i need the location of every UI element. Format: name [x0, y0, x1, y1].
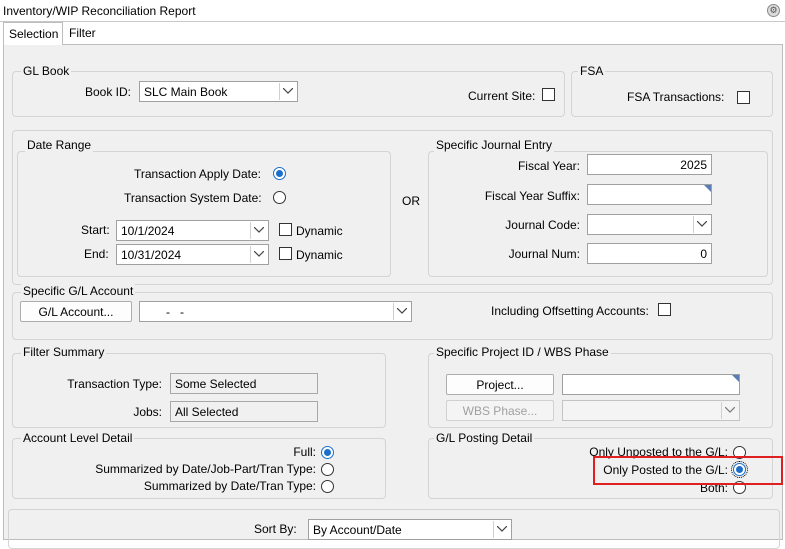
gl-account-button[interactable]: G/L Account... — [20, 301, 132, 322]
gl-book-group-label: GL Book — [21, 64, 72, 78]
end-label: End: — [84, 247, 109, 261]
chevron-down-icon[interactable] — [393, 303, 410, 320]
date-range-group-label: Date Range — [25, 138, 94, 152]
window-settings-icon[interactable]: ⚙ — [767, 4, 780, 17]
current-site-label: Current Site: — [468, 89, 536, 103]
book-id-select[interactable]: SLC Main Book — [139, 81, 298, 102]
tab-selection[interactable]: Selection — [3, 22, 63, 45]
start-date-select[interactable]: 10/1/2024 — [116, 220, 269, 241]
jobs-label: Jobs: — [133, 405, 162, 419]
fsa-transactions-checkbox[interactable] — [737, 91, 750, 104]
full-radio[interactable] — [321, 446, 334, 459]
jobs-value: All Selected — [175, 405, 239, 419]
chevron-down-icon[interactable] — [250, 222, 267, 239]
posting-detail-group-label: G/L Posting Detail — [434, 431, 535, 445]
start-dynamic-checkbox[interactable] — [279, 223, 292, 236]
wbs-phase-button[interactable]: WBS Phase... — [446, 400, 554, 421]
offsetting-accounts-checkbox[interactable] — [658, 303, 671, 316]
system-date-label: Transaction System Date: — [124, 191, 262, 205]
gl-account-value: - - — [166, 305, 184, 319]
title-bar: Inventory/WIP Reconciliation Report ⚙ — [0, 0, 785, 22]
book-id-value: SLC Main Book — [144, 85, 228, 99]
project-button[interactable]: Project... — [446, 374, 554, 395]
jobs-field: All Selected — [170, 401, 318, 422]
sort-by-label: Sort By: — [254, 522, 297, 536]
project-group-label: Specific Project ID / WBS Phase — [434, 345, 611, 359]
chevron-down-icon[interactable] — [693, 216, 710, 233]
annotation-highlight-box — [593, 456, 783, 485]
end-date-value: 10/31/2024 — [121, 248, 182, 262]
chevron-down-icon[interactable] — [721, 402, 738, 419]
tab-filter[interactable]: Filter — [64, 22, 100, 45]
end-dynamic-label: Dynamic — [296, 248, 343, 262]
start-date-value: 10/1/2024 — [121, 224, 175, 238]
wbs-phase-select[interactable] — [562, 400, 740, 421]
system-date-radio[interactable] — [273, 191, 286, 204]
summarized-job-label: Summarized by Date/Job-Part/Tran Type: — [95, 462, 316, 476]
account-level-group-label: Account Level Detail — [21, 431, 135, 445]
start-label: Start: — [81, 223, 110, 237]
journal-num-label: Journal Num: — [508, 247, 580, 261]
start-dynamic-label: Dynamic — [296, 224, 343, 238]
summarized-job-radio[interactable] — [321, 463, 334, 476]
offsetting-accounts-label: Including Offsetting Accounts: — [491, 304, 649, 318]
journal-entry-group-label: Specific Journal Entry — [434, 138, 555, 152]
window-title: Inventory/WIP Reconciliation Report — [3, 4, 196, 18]
sort-by-select[interactable]: By Account/Date — [308, 519, 512, 540]
summarized-tran-radio[interactable] — [321, 480, 334, 493]
lookup-corner-icon — [732, 375, 739, 382]
journal-num-input[interactable]: 0 — [587, 243, 712, 264]
summarized-tran-label: Summarized by Date/Tran Type: — [143, 479, 316, 493]
journal-num-value: 0 — [700, 247, 707, 261]
fsa-group-label: FSA — [578, 64, 606, 78]
lookup-corner-icon — [704, 185, 711, 192]
chevron-down-icon[interactable] — [250, 246, 267, 263]
journal-code-label: Journal Code: — [505, 218, 580, 232]
fiscal-year-input[interactable]: 2025 — [587, 154, 712, 175]
apply-date-radio[interactable] — [273, 167, 286, 180]
project-input[interactable] — [562, 374, 740, 395]
fsa-transactions-label: FSA Transactions: — [627, 90, 725, 104]
journal-code-select[interactable] — [587, 214, 712, 235]
filter-summary-group-label: Filter Summary — [21, 345, 107, 359]
current-site-checkbox[interactable] — [542, 88, 555, 101]
transaction-type-field: Some Selected — [170, 373, 318, 394]
sort-by-value: By Account/Date — [313, 523, 402, 537]
end-date-select[interactable]: 10/31/2024 — [116, 244, 269, 265]
apply-date-label: Transaction Apply Date: — [134, 167, 261, 181]
end-dynamic-checkbox[interactable] — [279, 247, 292, 260]
gl-account-group-label: Specific G/L Account — [21, 284, 136, 298]
fiscal-year-label: Fiscal Year: — [517, 159, 580, 173]
transaction-type-label: Transaction Type: — [67, 377, 162, 391]
fiscal-year-suffix-label: Fiscal Year Suffix: — [484, 189, 580, 203]
fiscal-year-suffix-input[interactable] — [587, 184, 712, 205]
chevron-down-icon[interactable] — [279, 83, 296, 100]
transaction-type-value: Some Selected — [175, 377, 257, 391]
chevron-down-icon[interactable] — [493, 521, 510, 538]
full-label: Full: — [293, 445, 316, 459]
book-id-label: Book ID: — [85, 85, 132, 99]
gl-account-select[interactable]: - - — [139, 301, 412, 322]
or-label: OR — [402, 194, 420, 208]
fiscal-year-value: 2025 — [680, 158, 707, 172]
